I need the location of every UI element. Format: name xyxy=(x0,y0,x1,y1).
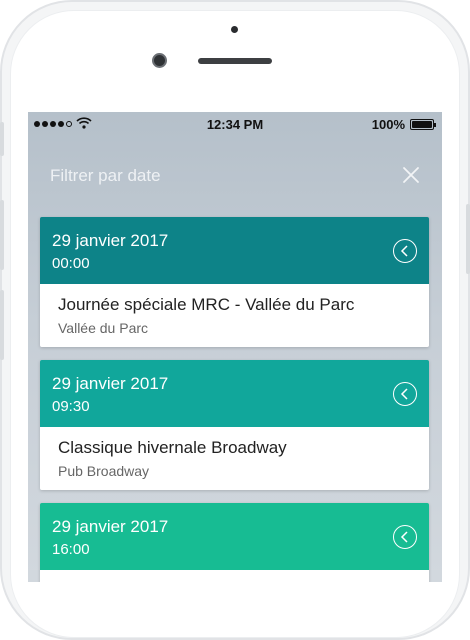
event-card-body: Classique hivernale Broadway Pub Broadwa… xyxy=(40,427,429,490)
volume-down-button xyxy=(0,290,4,360)
event-time: 09:30 xyxy=(52,398,90,415)
expand-button[interactable] xyxy=(393,525,417,549)
chevron-left-icon xyxy=(400,531,408,543)
proximity-sensor xyxy=(231,26,238,33)
event-date: 29 janvier 2017 xyxy=(52,517,169,536)
event-card-body: Journée spéciale MRC - Vallée du Parc Va… xyxy=(40,284,429,347)
event-card-header: 29 janvier 2017 09:30 xyxy=(40,360,429,427)
event-title: Classique hivernale Broadway xyxy=(58,438,287,457)
chevron-left-icon xyxy=(400,245,408,257)
event-date: 29 janvier 2017 xyxy=(52,374,169,393)
event-card-header: 29 janvier 2017 16:00 xyxy=(40,503,429,570)
event-title: Journée spéciale MRC - Vallée du Parc xyxy=(58,295,355,314)
event-card[interactable]: 29 janvier 2017 00:00 Journée spéciale M… xyxy=(40,217,429,347)
chevron-left-icon xyxy=(400,388,408,400)
event-time: 00:00 xyxy=(52,255,90,272)
filter-header: Filtrer par date xyxy=(28,164,442,190)
event-venue: Vallée du Parc xyxy=(58,320,149,336)
filter-title: Filtrer par date xyxy=(50,166,161,185)
status-bar: 12:34 PM 100% xyxy=(28,112,442,136)
mute-switch xyxy=(0,122,4,156)
battery-icon xyxy=(410,119,436,130)
event-date: 29 janvier 2017 xyxy=(52,231,169,250)
expand-button[interactable] xyxy=(393,382,417,406)
earpiece-speaker xyxy=(198,58,272,64)
close-button[interactable] xyxy=(400,164,422,186)
app-screen: 12:34 PM 100% Filtrer par date 29 janvie… xyxy=(28,112,442,582)
event-card[interactable]: 29 janvier 2017 09:30 Classique hivernal… xyxy=(40,360,429,490)
battery-percentage: 100% xyxy=(371,117,405,132)
close-icon xyxy=(403,167,419,183)
event-card-header: 29 janvier 2017 00:00 xyxy=(40,217,429,284)
event-card[interactable]: 29 janvier 2017 16:00 xyxy=(40,503,429,582)
expand-button[interactable] xyxy=(393,239,417,263)
power-button xyxy=(466,204,470,274)
volume-up-button xyxy=(0,200,4,270)
event-time: 16:00 xyxy=(52,541,90,558)
front-camera xyxy=(152,53,167,68)
event-venue: Pub Broadway xyxy=(58,463,150,479)
event-card-body xyxy=(40,570,429,582)
